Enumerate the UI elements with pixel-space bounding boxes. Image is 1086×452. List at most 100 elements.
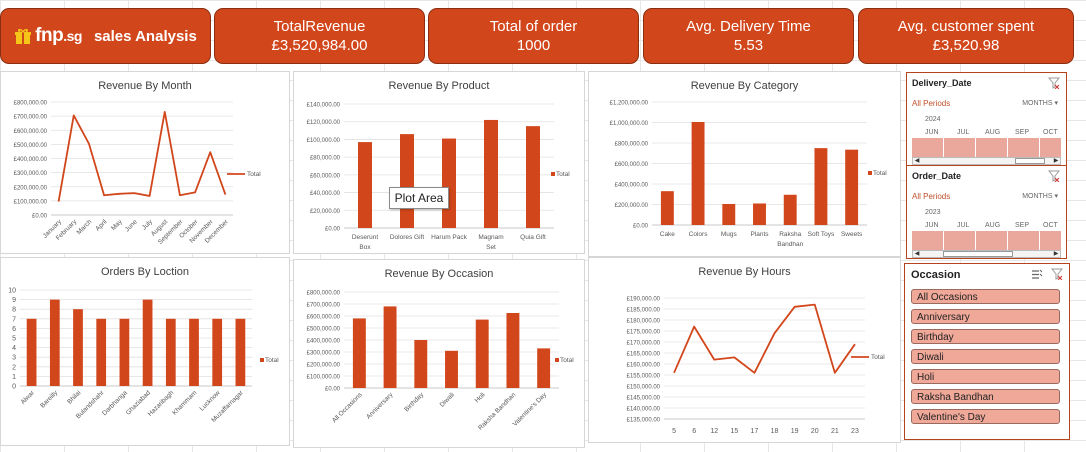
bar bbox=[526, 126, 540, 228]
x-tick-label: 23 bbox=[851, 428, 859, 435]
scroll-thumb[interactable] bbox=[943, 251, 1013, 257]
chart-revenue-by-occasion[interactable]: Revenue By Occasion £0.00 £100,000.00 £200… bbox=[293, 259, 585, 448]
timeline-month: JUN bbox=[925, 129, 939, 136]
timeline-month: JUL bbox=[957, 129, 970, 136]
bar bbox=[235, 318, 246, 386]
x-tick-label: Set bbox=[486, 244, 496, 251]
legend-label: Total bbox=[871, 354, 885, 361]
chart-orders-by-location[interactable]: Orders By Loction 0 1 2 3 4 5 6 7 8 9 10 Alwar Barei… bbox=[0, 257, 290, 446]
multi-select-icon[interactable] bbox=[1031, 269, 1043, 280]
timeline-title: Delivery_Date bbox=[912, 78, 972, 88]
x-tick-label: Deserunt bbox=[352, 234, 379, 241]
y-tick-label: £100,000.00 bbox=[14, 199, 48, 205]
x-tick-label: Colors bbox=[689, 231, 709, 238]
y-tick-label: £170,000.00 bbox=[627, 341, 661, 347]
timeline-month: SEP bbox=[1015, 129, 1030, 136]
x-tick-label: 17 bbox=[751, 428, 759, 435]
y-tick-label: £400,000.00 bbox=[14, 157, 48, 163]
slicer-item-birthday[interactable]: Birthday bbox=[911, 329, 1060, 344]
timeline-month: AUG bbox=[985, 222, 1001, 229]
y-tick-label: £300,000.00 bbox=[307, 351, 341, 357]
bar bbox=[119, 318, 130, 386]
slicer-item-diwali[interactable]: Diwali bbox=[911, 349, 1060, 364]
y-tick-label: 6 bbox=[12, 326, 16, 333]
x-tick-label: Bandhan bbox=[777, 241, 803, 248]
bar bbox=[352, 318, 366, 388]
x-tick-label: 20 bbox=[811, 428, 819, 435]
kpi-value: 1000 bbox=[516, 36, 551, 54]
clear-filter-icon[interactable] bbox=[1048, 170, 1060, 182]
chart-revenue-by-product[interactable]: Revenue By Product £0.00 £20,000.00 £40,00… bbox=[293, 71, 585, 254]
timeline-period-band[interactable] bbox=[912, 231, 1061, 251]
order-date-timeline[interactable]: Order_Date All Periods MONTHS ▾ 2023 JUN… bbox=[906, 165, 1067, 259]
y-tick-label: 7 bbox=[12, 316, 16, 323]
y-tick-label: 4 bbox=[12, 345, 16, 352]
occasion-slicer[interactable]: Occasion All Occasions Anniversary Birth… bbox=[904, 263, 1070, 440]
clear-filter-icon[interactable] bbox=[1051, 268, 1063, 280]
timeline-scrollbar[interactable]: ◀ ▶ bbox=[912, 157, 1061, 165]
legend-label: Total bbox=[873, 170, 887, 177]
timeline-month: JUN bbox=[925, 222, 939, 229]
bar bbox=[212, 318, 223, 386]
bar bbox=[442, 138, 456, 228]
y-tick-label: £600,000.00 bbox=[307, 315, 341, 321]
y-tick-label: £200,000.00 bbox=[615, 203, 649, 209]
y-tick-label: £800,000.00 bbox=[307, 291, 341, 297]
delivery-date-timeline[interactable]: Delivery_Date All Periods MONTHS ▾ 2024 … bbox=[906, 72, 1067, 166]
y-tick-label: £190,000.00 bbox=[627, 297, 661, 303]
y-tick-label: £150,000.00 bbox=[627, 385, 661, 391]
x-tick-label: 18 bbox=[771, 428, 779, 435]
x-tick-label: May bbox=[110, 218, 124, 232]
y-tick-label: £1,200,000.00 bbox=[610, 101, 649, 107]
scroll-left-icon[interactable]: ◀ bbox=[913, 157, 921, 165]
x-tick-label: 19 bbox=[791, 428, 799, 435]
bar bbox=[753, 203, 766, 225]
legend-label: Total bbox=[556, 171, 570, 178]
timeline-month: SEP bbox=[1015, 222, 1030, 229]
x-tick-label: Plants bbox=[750, 231, 769, 238]
timeline-period-band[interactable] bbox=[912, 138, 1061, 158]
kpi-title: Avg. Delivery Time bbox=[686, 17, 811, 35]
x-tick-label: Holi bbox=[474, 391, 487, 404]
time-level-dropdown[interactable]: MONTHS ▾ bbox=[1022, 192, 1058, 200]
slicer-item-raksha-bandhan[interactable]: Raksha Bandhan bbox=[911, 389, 1060, 404]
scroll-right-icon[interactable]: ▶ bbox=[1052, 157, 1060, 165]
time-level-dropdown[interactable]: MONTHS ▾ bbox=[1022, 99, 1058, 107]
kpi-title: Avg. customer spent bbox=[897, 17, 1035, 35]
legend-label: Total bbox=[265, 357, 279, 364]
slicer-item-holi[interactable]: Holi bbox=[911, 369, 1060, 384]
timeline-scrollbar[interactable]: ◀ ▶ bbox=[912, 250, 1061, 258]
x-tick-label: Lucknow bbox=[199, 389, 222, 412]
x-tick-label: 12 bbox=[710, 428, 718, 435]
legend-label: Total bbox=[247, 171, 261, 178]
clear-filter-icon[interactable] bbox=[1048, 77, 1060, 89]
x-tick-label: Harum Pack bbox=[431, 234, 468, 241]
y-tick-label: £0.00 bbox=[325, 387, 341, 393]
fnp-logo: fnp.sg bbox=[14, 25, 82, 47]
scroll-right-icon[interactable]: ▶ bbox=[1052, 250, 1060, 258]
y-tick-label: £600,000.00 bbox=[615, 162, 649, 168]
chart-revenue-by-category[interactable]: Revenue By Category £0.00 £200,000.00 £400… bbox=[588, 71, 901, 257]
kpi-total-orders: Total of order 1000 bbox=[428, 8, 639, 64]
y-tick-label: £180,000.00 bbox=[627, 319, 661, 325]
slicer-item-valentines-day[interactable]: Valentine's Day bbox=[911, 409, 1060, 424]
chart-revenue-by-month[interactable]: Revenue By Month £0.00 £100,000.00 £200,00… bbox=[0, 71, 290, 254]
y-tick-label: £700,000.00 bbox=[14, 115, 48, 121]
bar bbox=[358, 142, 372, 228]
x-tick-label: Quia Gift bbox=[520, 234, 546, 241]
dashboard-title: sales Analysis bbox=[93, 27, 197, 45]
y-tick-label: £20,000.00 bbox=[310, 209, 341, 215]
scroll-thumb[interactable] bbox=[1015, 158, 1045, 164]
scroll-left-icon[interactable]: ◀ bbox=[913, 250, 921, 258]
y-tick-label: £1,000,000.00 bbox=[610, 121, 649, 127]
legend-swatch bbox=[260, 358, 264, 362]
kpi-total-revenue: TotalRevenue £3,520,984.00 bbox=[214, 8, 425, 64]
x-tick-label: Diwali bbox=[439, 391, 456, 408]
y-tick-label: £160,000.00 bbox=[627, 363, 661, 369]
x-tick-label: Anniversary bbox=[365, 391, 395, 421]
slicer-item-all-occasions[interactable]: All Occasions bbox=[911, 289, 1060, 304]
slicer-item-anniversary[interactable]: Anniversary bbox=[911, 309, 1060, 324]
bar bbox=[484, 119, 498, 228]
y-tick-label: £155,000.00 bbox=[627, 374, 661, 380]
chart-revenue-by-hours[interactable]: Revenue By Hours £135,000.00 £140,000.00 £… bbox=[588, 257, 901, 443]
